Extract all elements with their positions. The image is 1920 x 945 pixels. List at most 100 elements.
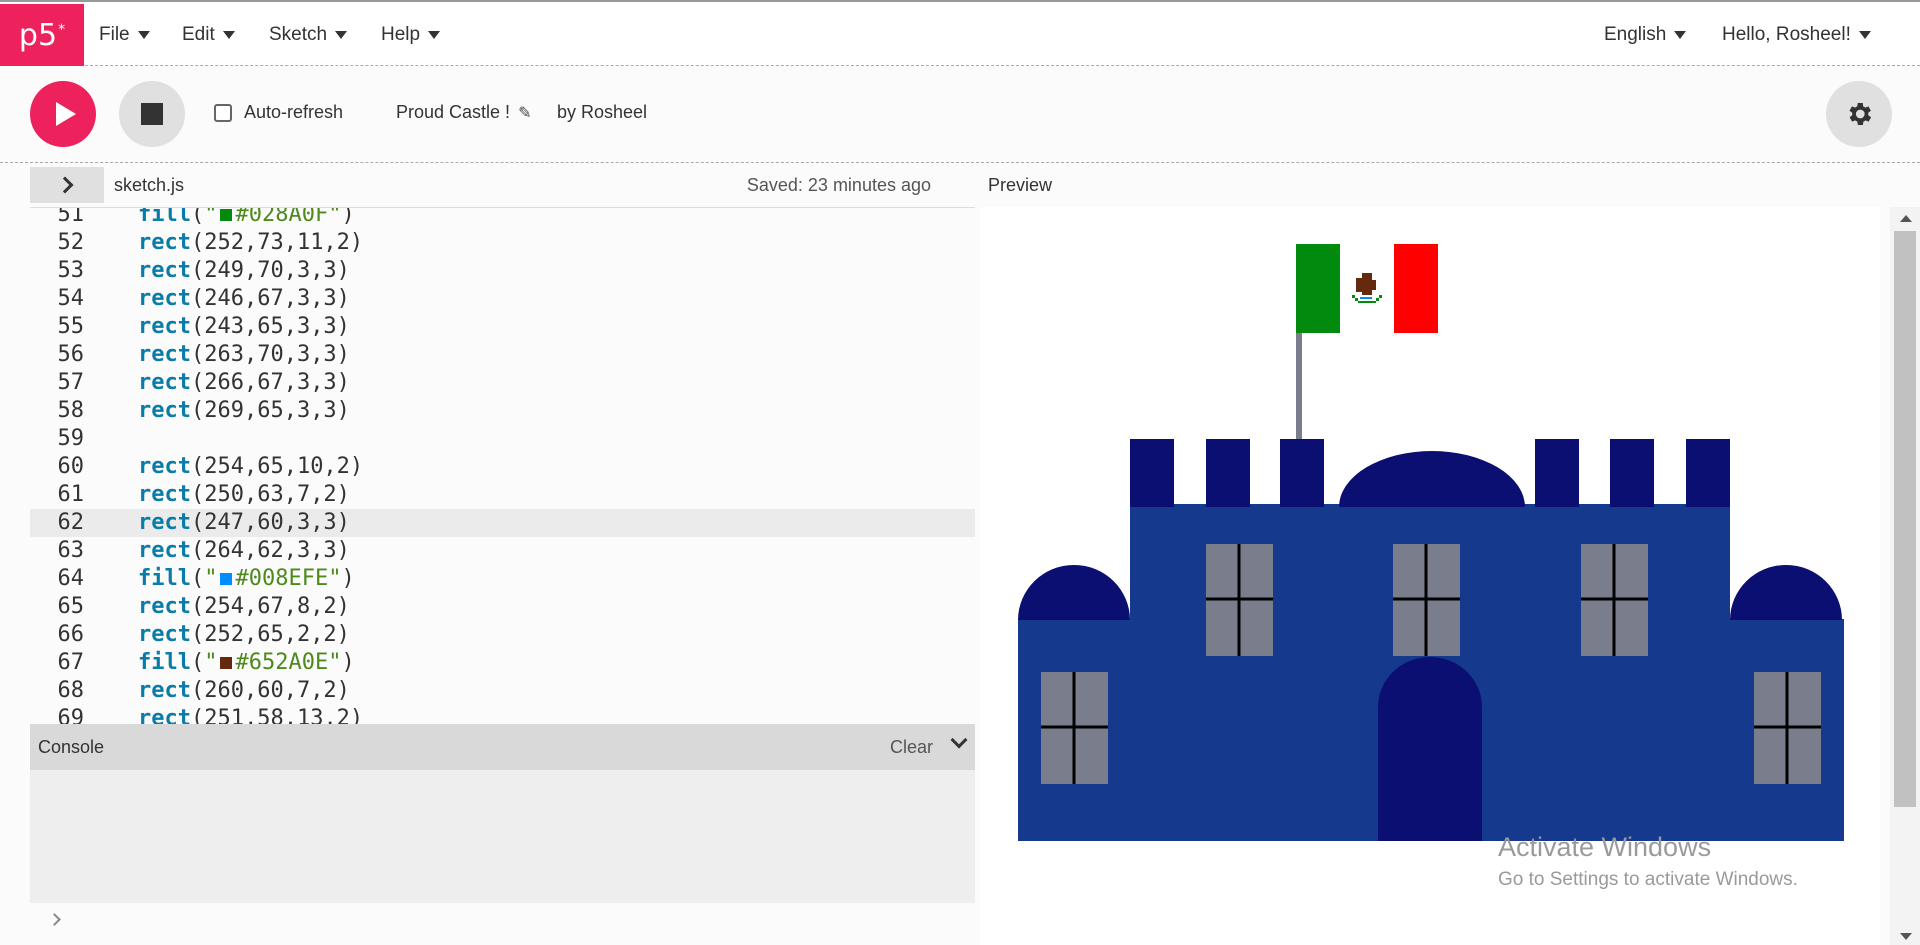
color-swatch-icon[interactable] (220, 573, 233, 585)
caret-down-icon (1674, 31, 1687, 39)
code-function: rect (138, 258, 191, 283)
line-number: 58 (57, 398, 85, 423)
console-input[interactable] (30, 903, 975, 945)
activate-subtitle: Go to Settings to activate Windows. (1498, 869, 1798, 890)
code-line[interactable]: 66 rect(252,65,2,2) (30, 621, 975, 649)
line-number: 51 (57, 207, 85, 227)
line-number: 62 (57, 510, 85, 535)
stop-button[interactable] (119, 81, 185, 147)
merlon (1130, 439, 1174, 507)
code-function: fill (138, 650, 191, 675)
code-function: fill (138, 566, 191, 591)
left-dome (1018, 565, 1130, 620)
code-args: (264,62,3,3) (190, 538, 350, 563)
code-function: rect (138, 706, 191, 724)
activate-windows-watermark: Activate Windows Go to Settings to activ… (1498, 832, 1798, 891)
line-number: 57 (57, 370, 85, 395)
sketch-name[interactable]: Proud Castle ! ✎ (396, 102, 531, 123)
flag-pole (1296, 333, 1302, 447)
code-text: rect(252,73,11,2) (138, 229, 363, 257)
code-line[interactable]: 68 rect(260,60,7,2) (30, 677, 975, 705)
user-menu[interactable]: Hello, Rosheel! (1722, 24, 1871, 46)
code-text: rect(254,67,8,2) (138, 593, 350, 621)
line-number: 55 (57, 314, 85, 339)
menu-edit[interactable]: Edit (182, 24, 235, 46)
code-text: rect(252,65,2,2) (138, 621, 350, 649)
code-args: (266,67,3,3) (190, 370, 350, 395)
code-text: rect(260,60,7,2) (138, 677, 350, 705)
code-function: rect (138, 342, 191, 367)
code-args: (250,63,7,2) (190, 482, 350, 507)
code-text: rect(250,63,7,2) (138, 481, 350, 509)
caret-down-icon (335, 31, 348, 39)
code-function: rect (138, 678, 191, 703)
code-line[interactable]: 57 rect(266,67,3,3) (30, 369, 975, 397)
preview-scroll-thumb[interactable] (1894, 231, 1916, 807)
color-swatch-icon[interactable] (220, 209, 233, 221)
auto-refresh-checkbox[interactable] (214, 104, 232, 122)
code-editor[interactable]: 51 fill(" #028A0F") 52 rect(252,73,11,2) 53 re… (30, 207, 975, 724)
caret-down-icon (428, 31, 441, 39)
code-function: rect (138, 594, 191, 619)
code-line[interactable]: 67 fill(" #652A0E") (30, 649, 975, 677)
dome (1339, 451, 1525, 507)
code-function: fill (138, 207, 191, 227)
window (1206, 544, 1273, 656)
code-text: fill(" #008EFE") (138, 566, 355, 591)
code-line[interactable]: 56 rect(263,70,3,3) (30, 341, 975, 369)
line-number: 66 (57, 622, 85, 647)
code-line[interactable]: 59 (30, 425, 975, 453)
code-line[interactable]: 63 rect(264,62,3,3) (30, 537, 975, 565)
p5-logo[interactable]: p5 * (0, 4, 84, 66)
code-args: (246,67,3,3) (190, 286, 350, 311)
code-args: (252,65,2,2) (190, 622, 350, 647)
color-swatch-icon[interactable] (220, 657, 233, 669)
code-function: rect (138, 286, 191, 311)
code-line[interactable]: 69 rect(251,58,13,2) (30, 705, 975, 724)
settings-button[interactable] (1826, 81, 1892, 147)
auto-refresh-label[interactable]: Auto-refresh (244, 102, 343, 123)
code-line[interactable]: 53 rect(249,70,3,3) (30, 257, 975, 285)
preview-scrollbar[interactable] (1890, 207, 1920, 945)
toolbar: Auto-refresh Proud Castle ! ✎ by Rosheel (0, 67, 1920, 163)
code-function: rect (138, 538, 191, 563)
language-menu[interactable]: English (1604, 24, 1687, 46)
code-line[interactable]: 52 rect(252,73,11,2) (30, 229, 975, 257)
pencil-icon[interactable]: ✎ (518, 103, 531, 123)
chevron-down-icon[interactable] (950, 731, 968, 749)
code-line[interactable]: 62 rect(247,60,3,3) (30, 509, 975, 537)
line-number: 56 (57, 342, 85, 367)
preview-label: Preview (988, 175, 1053, 195)
code-line[interactable]: 51 fill(" #028A0F") (30, 207, 975, 229)
code-text: rect(254,65,10,2) (138, 453, 363, 481)
menu-file[interactable]: File (99, 24, 150, 46)
line-number: 53 (57, 258, 85, 283)
code-text: rect(263,70,3,3) (138, 341, 350, 369)
line-number: 52 (57, 230, 85, 255)
gear-icon (1849, 103, 1872, 125)
code-line[interactable]: 64 fill(" #008EFE") (30, 565, 975, 593)
right-dome (1730, 565, 1842, 620)
code-line[interactable]: 65 rect(254,67,8,2) (30, 593, 975, 621)
code-line[interactable]: 55 rect(243,65,3,3) (30, 313, 975, 341)
sidebar-toggle-button[interactable] (30, 167, 104, 203)
code-line[interactable]: 54 rect(246,67,3,3) (30, 285, 975, 313)
merlon (1206, 439, 1250, 507)
code-line[interactable]: 61 rect(250,63,7,2) (30, 481, 975, 509)
play-button[interactable] (30, 81, 96, 147)
code-text: rect(246,67,3,3) (138, 285, 350, 313)
code-args: (243,65,3,3) (190, 314, 350, 339)
file-name: sketch.js (114, 175, 185, 195)
scroll-up-arrow-icon[interactable] (1900, 215, 1912, 222)
scroll-down-arrow-icon[interactable] (1900, 933, 1912, 940)
line-number: 61 (57, 482, 85, 507)
console-clear-button[interactable]: Clear (890, 737, 933, 758)
code-line[interactable]: 60 rect(254,65,10,2) (30, 453, 975, 481)
menu-help[interactable]: Help (381, 24, 441, 46)
saved-status: Saved: 23 minutes ago (746, 175, 931, 195)
prompt-chevron-icon (48, 913, 61, 926)
window (1754, 672, 1821, 784)
code-line[interactable]: 58 rect(269,65,3,3) (30, 397, 975, 425)
console-header: Console Clear (30, 724, 975, 770)
menu-sketch[interactable]: Sketch (269, 24, 348, 46)
